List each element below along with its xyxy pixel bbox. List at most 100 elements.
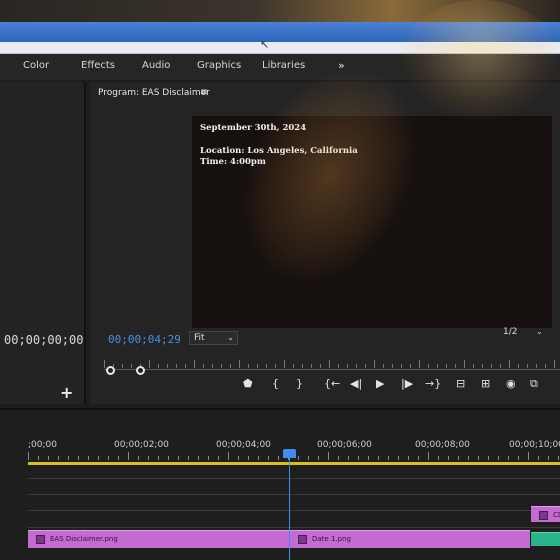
ruler-tick (239, 360, 240, 368)
mouse-cursor-icon: ↖ (260, 38, 270, 51)
ruler-tick (320, 364, 321, 368)
mark-out-icon[interactable]: } (296, 377, 303, 390)
ruler-tick (208, 456, 209, 460)
ruler-tick (104, 360, 105, 368)
ruler-tick (388, 456, 389, 460)
play-icon[interactable]: ▶ (376, 377, 384, 390)
ruler-tick (488, 456, 489, 460)
lift-icon[interactable]: ⊟ (456, 377, 465, 390)
extract-icon[interactable]: ⊞ (481, 377, 490, 390)
zoom-level-value: Fit (194, 333, 205, 343)
ruler-tick (473, 364, 474, 368)
ruler-tick (398, 456, 399, 460)
mark-in-icon[interactable]: { (272, 377, 279, 390)
clip-name: CD (553, 511, 560, 519)
overlay-location-text: Location: Los Angeles, California (200, 146, 358, 156)
ruler-tick (509, 360, 510, 368)
ruler-tick (329, 360, 330, 368)
ruler-tick (545, 364, 546, 368)
workspace-tab-audio[interactable]: Audio (142, 60, 170, 71)
work-area-bar[interactable] (28, 462, 560, 465)
more-workspaces-icon[interactable]: » (338, 59, 345, 72)
go-to-out-icon[interactable]: →} (425, 377, 441, 390)
ruler-tick (128, 452, 129, 460)
add-marker-icon[interactable]: ⬟ (243, 377, 253, 390)
playback-resolution-value[interactable]: 1/2 (503, 327, 517, 337)
ruler-tick (437, 364, 438, 368)
ruler-tick (419, 360, 420, 368)
ruler-label: 00;00;10;00 (509, 440, 560, 450)
step-back-icon[interactable]: ◀| (350, 377, 362, 390)
ruler-tick (293, 364, 294, 368)
ruler-label: ;00;00 (28, 440, 57, 450)
ruler-tick (176, 364, 177, 368)
ruler-tick (446, 364, 447, 368)
ruler-tick (508, 456, 509, 460)
ruler-tick (338, 364, 339, 368)
ruler-tick (528, 452, 529, 460)
ruler-tick (268, 456, 269, 460)
fx-badge-icon (539, 511, 548, 520)
monitor-scrub-bar[interactable] (104, 369, 560, 370)
out-point-handle[interactable] (136, 366, 145, 375)
ruler-label: 00;00;06;00 (317, 440, 372, 450)
playhead-timecode[interactable]: 00;00;04;29 (108, 333, 181, 346)
in-point-handle[interactable] (106, 366, 115, 375)
ruler-tick (257, 364, 258, 368)
ruler-tick (167, 364, 168, 368)
ruler-tick (536, 364, 537, 368)
workspace-tab-effects[interactable]: Effects (81, 60, 115, 71)
ruler-tick (218, 456, 219, 460)
panel-menu-icon[interactable]: ≡ (200, 87, 208, 98)
ruler-tick (428, 452, 429, 460)
workspaces-bar: Color Effects Audio Graphics Libraries » (0, 54, 560, 80)
ruler-tick (298, 456, 299, 460)
step-forward-icon[interactable]: |▶ (401, 377, 413, 390)
playhead-line[interactable] (289, 453, 290, 560)
program-monitor-title[interactable]: Program: EAS Disclaimer (98, 88, 210, 98)
ruler-tick (48, 456, 49, 460)
ruler-tick (131, 364, 132, 368)
source-timecode[interactable]: 00;00;00;00 (4, 333, 83, 347)
ruler-tick (138, 456, 139, 460)
add-icon[interactable]: + (60, 383, 73, 402)
timeline-clip-audio[interactable] (531, 532, 560, 546)
monitor-time-ruler[interactable] (104, 358, 560, 368)
ruler-tick (248, 456, 249, 460)
ruler-tick (108, 456, 109, 460)
workspace-tab-color[interactable]: Color (23, 60, 49, 71)
chevron-down-icon[interactable]: ⌄ (536, 327, 543, 336)
timeline-clip[interactable]: Date 1.png (290, 530, 530, 548)
workspace-tab-libraries[interactable]: Libraries (262, 60, 305, 71)
ruler-tick (498, 456, 499, 460)
ruler-tick (203, 364, 204, 368)
timeline-clip[interactable]: CD (531, 506, 560, 522)
ruler-tick (418, 456, 419, 460)
ruler-tick (148, 456, 149, 460)
ruler-tick (185, 364, 186, 368)
ruler-label: 00;00;02;00 (114, 440, 169, 450)
ruler-tick (258, 456, 259, 460)
ruler-tick (358, 456, 359, 460)
ruler-tick (500, 364, 501, 368)
ruler-tick (478, 456, 479, 460)
ruler-tick (168, 456, 169, 460)
source-panel (0, 82, 86, 404)
timeline-clip[interactable]: EAS Disclaimer.png (28, 530, 290, 548)
ruler-tick (266, 364, 267, 368)
workspace-tab-graphics[interactable]: Graphics (197, 60, 241, 71)
ruler-tick (38, 456, 39, 460)
ruler-tick (458, 456, 459, 460)
ruler-tick (178, 456, 179, 460)
fx-badge-icon (298, 535, 307, 544)
ruler-tick (518, 456, 519, 460)
ruler-tick (228, 452, 229, 460)
export-frame-icon[interactable]: ◉ (506, 377, 516, 390)
ruler-tick (194, 360, 195, 368)
menu-bar: ↖ (0, 38, 560, 54)
comparison-view-icon[interactable]: ⧉ (530, 377, 538, 391)
ruler-tick (88, 456, 89, 460)
zoom-level-select[interactable]: Fit ⌄ (189, 331, 238, 345)
ruler-tick (302, 364, 303, 368)
go-to-in-icon[interactable]: {← (324, 377, 340, 390)
